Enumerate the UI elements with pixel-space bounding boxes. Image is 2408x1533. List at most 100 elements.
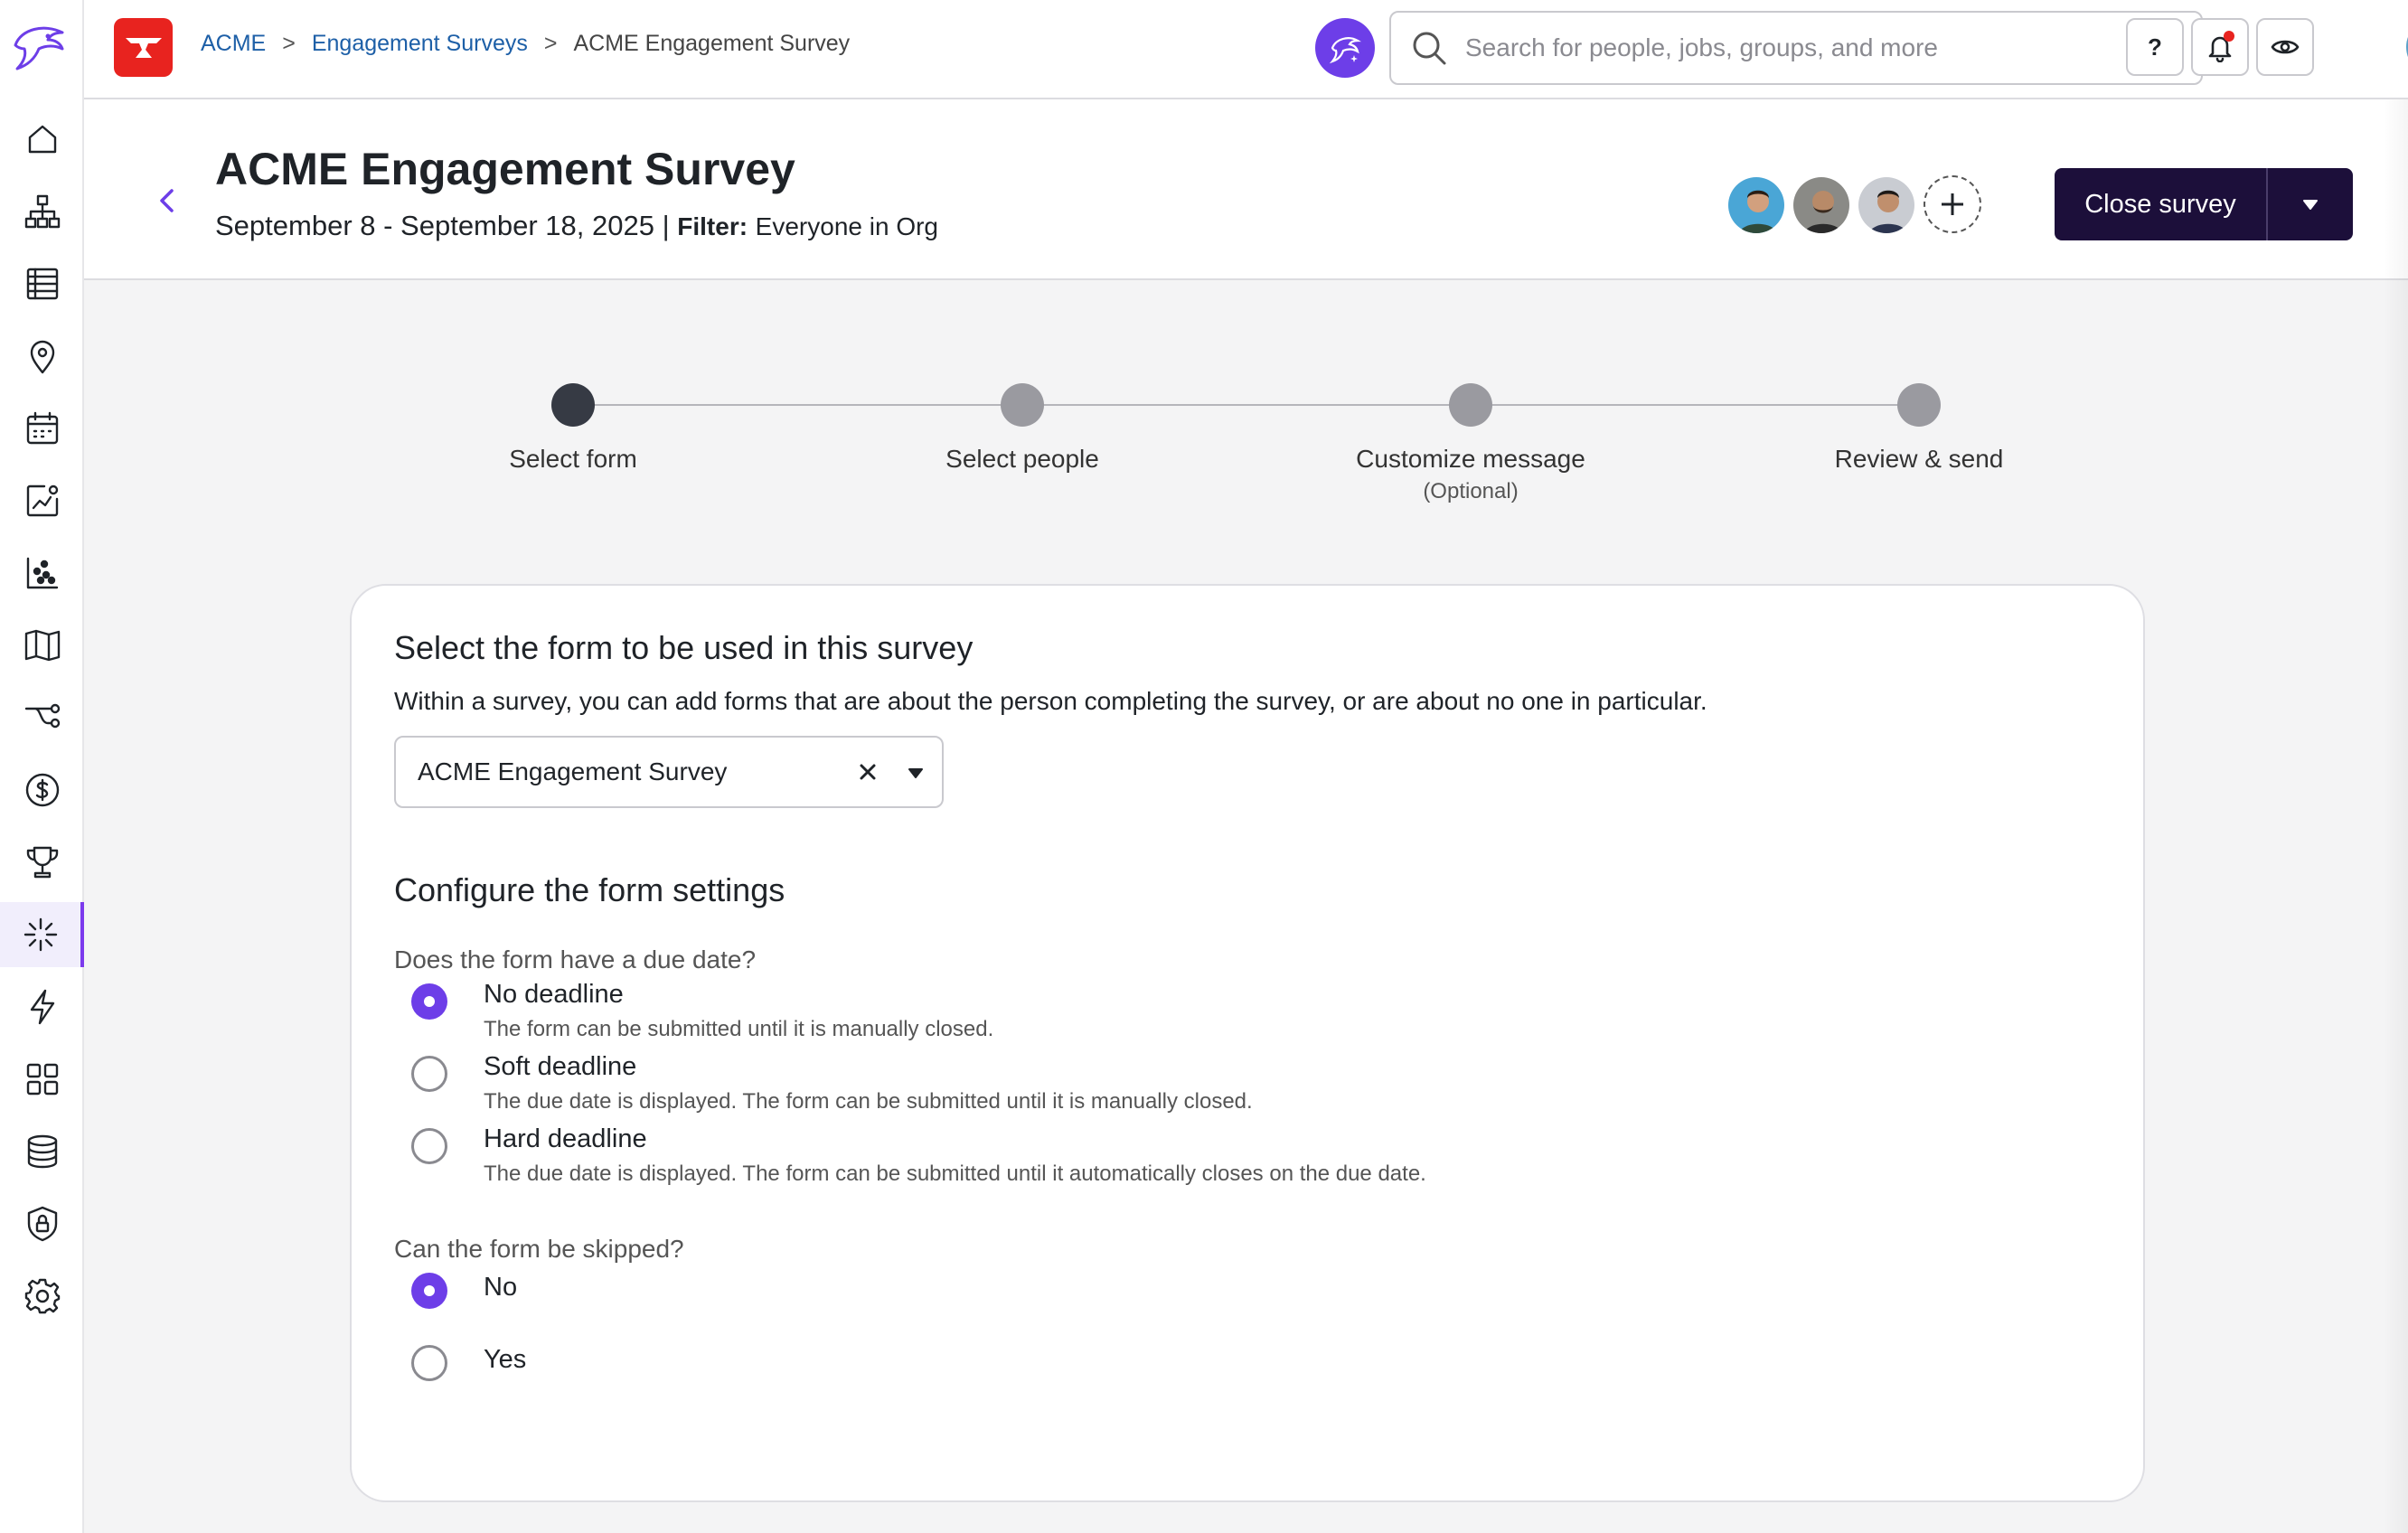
radio-option-no-deadline[interactable]: No deadline The form can be submitted un…	[411, 980, 993, 1042]
calendar-icon	[26, 411, 58, 445]
nav-awards[interactable]	[0, 830, 84, 895]
radio-subtitle: The form can be submitted until it is ma…	[484, 1017, 994, 1041]
scatter-chart-icon	[26, 557, 58, 589]
page-header: ACME Engagement Survey September 8 - Sep…	[84, 99, 2408, 280]
left-nav-rail	[0, 0, 84, 1533]
nav-location[interactable]	[0, 324, 84, 389]
collaborator-avatar[interactable]	[1857, 175, 1916, 235]
notifications-button[interactable]	[2191, 18, 2249, 76]
filter-label: Filter:	[677, 212, 748, 240]
nav-org-chart[interactable]	[0, 179, 84, 244]
help-button[interactable]: ?	[2126, 18, 2184, 76]
breadcrumb-acme[interactable]: ACME	[201, 31, 266, 57]
breadcrumb-current: ACME Engagement Survey	[573, 31, 851, 56]
apps-grid-icon	[26, 1063, 58, 1096]
radio-title: No deadline	[484, 980, 624, 1009]
nav-settings[interactable]	[0, 1264, 84, 1329]
dropdown-toggle[interactable]	[902, 759, 929, 786]
ai-assistant-button[interactable]	[1315, 18, 1375, 78]
back-button[interactable]	[149, 183, 185, 219]
nav-automations[interactable]	[0, 974, 84, 1039]
radio-button[interactable]	[411, 983, 447, 1020]
nav-table[interactable]	[0, 251, 84, 316]
radio-button[interactable]	[411, 1056, 447, 1092]
radio-subtitle: The due date is displayed. The form can …	[484, 1089, 1253, 1114]
nav-security[interactable]	[0, 1191, 84, 1256]
clear-selection-button[interactable]	[853, 757, 882, 786]
workflow-icon	[24, 703, 60, 729]
close-icon	[860, 764, 876, 780]
step-label: Review & send	[1834, 445, 2004, 473]
breadcrumb-separator: >	[543, 31, 558, 56]
location-icon	[30, 340, 54, 374]
form-select-heading: Select the form to be used in this surve…	[394, 629, 974, 666]
collaborator-avatar[interactable]	[1726, 175, 1786, 235]
form-select-dropdown[interactable]: ACME Engagement Survey	[394, 736, 944, 808]
help-icon: ?	[2148, 33, 2162, 61]
step-select-form[interactable]: Select form	[437, 383, 709, 474]
breadcrumb-separator: >	[282, 31, 296, 56]
page-title: ACME Engagement Survey	[215, 144, 795, 194]
step-label: Select form	[509, 445, 637, 473]
table-icon	[26, 268, 58, 300]
scroll-edge	[2383, 99, 2408, 1533]
radio-button[interactable]	[411, 1128, 447, 1164]
nav-analytics[interactable]	[0, 468, 84, 533]
close-survey-menu-button[interactable]	[2268, 168, 2353, 240]
nav-home[interactable]	[0, 107, 84, 172]
stepper-line	[573, 404, 1922, 406]
home-icon	[28, 125, 56, 154]
app-logo-icon[interactable]	[8, 18, 71, 76]
radio-option-hard-deadline[interactable]: Hard deadline The due date is displayed.…	[411, 1124, 1426, 1187]
nav-data[interactable]	[0, 1119, 84, 1184]
radio-title: No	[484, 1273, 518, 1302]
radio-title: Hard deadline	[484, 1124, 647, 1153]
radio-option-soft-deadline[interactable]: Soft deadline The due date is displayed.…	[411, 1052, 1253, 1114]
step-review-send[interactable]: Review & send	[1783, 383, 2055, 474]
nav-calendar[interactable]	[0, 396, 84, 461]
step-indicator	[1001, 383, 1044, 427]
sparkle-icon	[24, 917, 57, 952]
notification-badge	[2224, 31, 2234, 42]
survey-subtitle: September 8 - September 18, 2025 | Filte…	[215, 210, 938, 242]
radio-option-skip-no[interactable]: No	[411, 1269, 517, 1309]
search-input[interactable]	[1465, 33, 2170, 62]
nav-surveys[interactable]	[0, 902, 84, 967]
step-label: Select people	[945, 445, 1099, 473]
step-select-people[interactable]: Select people	[887, 383, 1158, 474]
add-collaborator-button[interactable]	[1924, 175, 1981, 233]
breadcrumb: ACME > Engagement Surveys > ACME Engagem…	[201, 31, 850, 57]
nav-compensation[interactable]	[0, 757, 84, 823]
caret-down-icon	[2303, 200, 2318, 210]
eye-icon	[2271, 40, 2300, 54]
preview-button[interactable]	[2256, 18, 2314, 76]
radio-title: Yes	[484, 1345, 527, 1374]
radio-title: Soft deadline	[484, 1052, 637, 1081]
step-customize-message[interactable]: Customize message (Optional)	[1335, 383, 1606, 504]
close-survey-button[interactable]: Close survey	[2055, 168, 2268, 240]
radio-option-skip-yes[interactable]: Yes	[411, 1341, 526, 1381]
gear-icon	[24, 1278, 60, 1314]
filter-value: Everyone in Org	[755, 212, 938, 240]
nav-insights[interactable]	[0, 541, 84, 606]
nav-apps[interactable]	[0, 1047, 84, 1112]
step-label: Customize message	[1356, 445, 1585, 473]
progress-stepper: Select form Select people Customize mess…	[84, 371, 2408, 515]
nav-learning[interactable]	[0, 613, 84, 678]
dollar-icon	[25, 773, 59, 807]
lightning-icon	[30, 989, 54, 1025]
radio-button[interactable]	[411, 1345, 447, 1381]
survey-dates: September 8 - September 18, 2025 |	[215, 210, 670, 241]
ai-assistant-icon	[1329, 37, 1361, 64]
nav-workflows[interactable]	[0, 685, 84, 750]
trophy-icon	[26, 846, 58, 879]
global-search[interactable]	[1389, 11, 2203, 85]
org-chart-icon	[24, 194, 60, 229]
breadcrumb-engagement-surveys[interactable]: Engagement Surveys	[312, 31, 528, 57]
collaborator-avatar[interactable]	[1792, 175, 1851, 235]
company-logo-icon[interactable]	[114, 18, 173, 77]
form-select-description: Within a survey, you can add forms that …	[394, 687, 1707, 715]
due-date-question: Does the form have a due date?	[394, 945, 757, 973]
form-settings-card: Select the form to be used in this surve…	[350, 584, 2145, 1502]
radio-button[interactable]	[411, 1273, 447, 1309]
